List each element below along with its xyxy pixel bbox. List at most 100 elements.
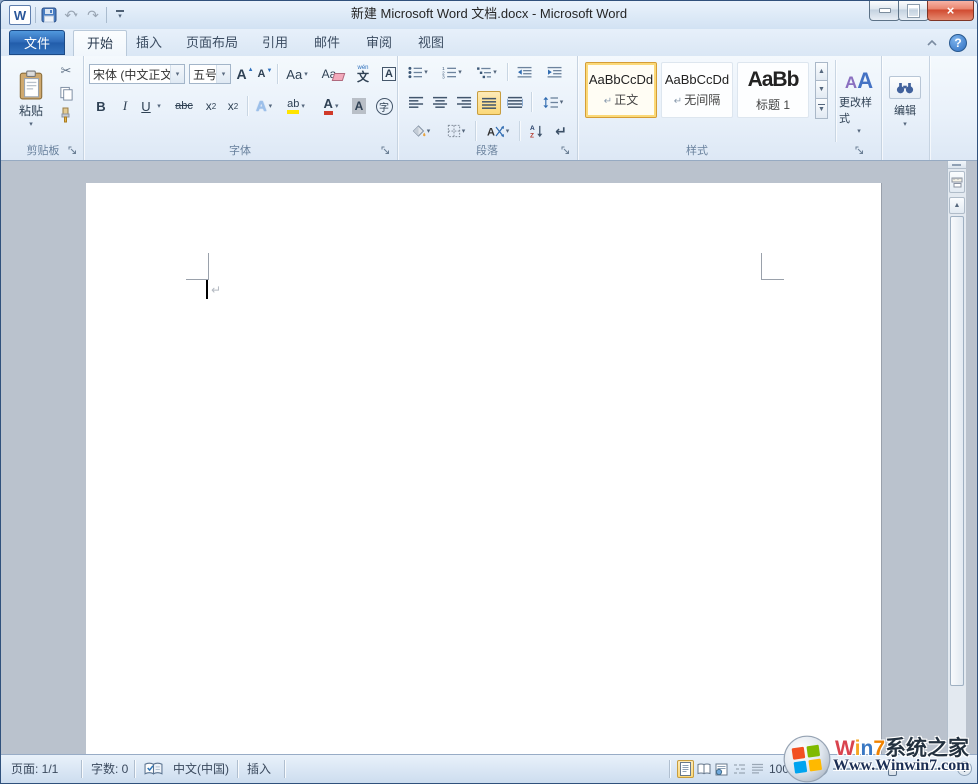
minimize-button[interactable] (869, 1, 900, 21)
font-dialog-launcher[interactable] (381, 146, 393, 158)
tab-references[interactable]: 引用 (249, 30, 301, 56)
character-border-icon: A (382, 67, 396, 81)
split-grip-icon (952, 164, 961, 166)
view-fullscreen-reading-button[interactable] (695, 760, 712, 778)
bullets-button[interactable]: ▾ (405, 63, 431, 81)
clear-formatting-button[interactable]: Aa (319, 64, 347, 84)
justify-button[interactable] (477, 91, 501, 115)
character-border-button[interactable]: A (379, 64, 399, 84)
sort-button[interactable]: AZ (525, 121, 547, 141)
format-painter-button[interactable] (55, 106, 77, 124)
borders-button[interactable]: ▾ (441, 121, 471, 141)
tab-insert[interactable]: 插入 (123, 30, 175, 56)
change-styles-icon: AA (845, 70, 873, 92)
help-button[interactable]: ? (949, 34, 967, 52)
shrink-font-button[interactable]: A▼ (255, 64, 275, 84)
italic-button[interactable]: I (115, 96, 135, 116)
asian-layout-button[interactable]: A ▾ (481, 121, 515, 141)
font-name-combobox[interactable]: 宋体 (中文正文 ▾ (89, 64, 185, 84)
cut-button[interactable]: ✂ (55, 62, 77, 80)
line-spacing-button[interactable]: ▾ (537, 92, 569, 112)
show-marks-button[interactable]: ↵ (551, 121, 571, 141)
text-effects-button[interactable]: A▾ (253, 96, 275, 116)
styles-scroll-column: ▲ ▼ ▼ (815, 62, 828, 119)
decrease-indent-button[interactable] (513, 63, 537, 81)
scroll-up-button[interactable]: ▲ (949, 197, 965, 214)
page-indicator[interactable]: 页面: 1/1 (11, 755, 58, 783)
vertical-scrollbar[interactable]: ▲ (947, 161, 966, 755)
style-card-no-spacing[interactable]: AaBbCcDd ↵无间隔 (661, 62, 733, 118)
zoom-slider-thumb[interactable] (888, 761, 897, 776)
paragraph-dialog-launcher[interactable] (561, 146, 573, 158)
style-card-heading1[interactable]: AaBb 标题 1 (737, 62, 809, 118)
enclose-characters-button[interactable]: 字 (373, 96, 395, 116)
styles-group-label-text: 样式 (686, 145, 708, 157)
underline-dropdown[interactable]: ▾ (154, 96, 164, 116)
underline-button[interactable]: U (137, 96, 155, 116)
collapse-ribbon-button[interactable] (923, 35, 941, 51)
styles-dialog-launcher[interactable] (855, 146, 867, 158)
language-indicator[interactable]: 中文(中国) (173, 755, 229, 783)
paste-button[interactable]: 粘贴 ▾ (9, 60, 53, 138)
line-spacing-dropdown-icon: ▾ (560, 99, 564, 106)
font-name-dropdown-icon[interactable]: ▾ (170, 65, 184, 83)
paragraph-group-label: 段落 (397, 144, 577, 159)
zoom-level[interactable]: 100% (769, 755, 800, 783)
font-color-button[interactable]: A▾ (317, 96, 345, 116)
tab-view[interactable]: 视图 (405, 30, 457, 56)
multilevel-list-button[interactable]: ▾ (473, 63, 501, 81)
tab-page-layout[interactable]: 页面布局 (173, 30, 251, 56)
change-styles-button[interactable]: AA 更改样式 ▾ (839, 61, 879, 143)
increase-indent-button[interactable] (543, 63, 567, 81)
grow-font-button[interactable]: A▲ (235, 64, 255, 84)
ruler-toggle-button[interactable] (949, 171, 965, 193)
find-icon-frame (889, 76, 921, 99)
view-web-layout-button[interactable] (713, 760, 730, 778)
ribbon: 粘贴 ▾ ✂ 剪贴板 宋体 (中文正文 ▾ 五号 ▾ (1, 56, 977, 161)
document-page[interactable]: ↵ (86, 183, 881, 755)
tab-mailings[interactable]: 邮件 (301, 30, 353, 56)
font-size-dropdown-icon[interactable]: ▾ (216, 65, 230, 83)
shading-button[interactable]: ▾ (405, 121, 435, 141)
highlight-button[interactable]: ab▾ (281, 96, 311, 116)
close-button[interactable]: × (927, 1, 974, 21)
align-left-button[interactable] (405, 92, 427, 112)
numbering-button[interactable]: 123 ▾ (439, 63, 465, 81)
editing-button[interactable]: 编辑 ▾ (885, 61, 925, 143)
zoom-in-button[interactable]: + (957, 761, 972, 776)
proofing-status[interactable] (144, 762, 163, 776)
phonetic-guide-button[interactable]: wén 文 (351, 62, 375, 86)
zoom-out-button[interactable]: − (813, 761, 828, 776)
split-handle[interactable] (948, 161, 966, 169)
styles-scroll-up-button[interactable]: ▲ (815, 62, 828, 81)
subscript-button[interactable]: x2 (201, 96, 221, 116)
change-styles-a1: A (845, 73, 857, 92)
character-shading-button[interactable]: A (349, 96, 369, 116)
maximize-button[interactable] (898, 1, 929, 21)
align-center-button[interactable] (429, 92, 451, 112)
distributed-button[interactable] (503, 92, 527, 112)
font-size-combobox[interactable]: 五号 ▾ (189, 64, 231, 84)
strikethrough-button[interactable]: abc (171, 96, 197, 116)
format-painter-icon (59, 107, 73, 123)
superscript-button[interactable]: x2 (223, 96, 243, 116)
file-tab[interactable]: 文件 (9, 30, 65, 55)
scrollbar-thumb[interactable] (950, 216, 964, 686)
eraser-icon (332, 73, 346, 81)
styles-scroll-down-button[interactable]: ▼ (815, 80, 828, 99)
styles-more-button[interactable]: ▼ (815, 98, 828, 119)
tab-review[interactable]: 审阅 (353, 30, 405, 56)
insert-mode-indicator[interactable]: 插入 (247, 755, 271, 783)
align-right-button[interactable] (453, 92, 475, 112)
bold-button[interactable]: B (91, 96, 111, 116)
view-print-layout-button[interactable] (677, 760, 694, 778)
view-outline-button[interactable] (731, 760, 748, 778)
change-case-button[interactable]: Aa▾ (281, 64, 313, 84)
tab-home[interactable]: 开始 (73, 30, 127, 57)
style-card-normal[interactable]: AaBbCcDd ↵正文 (585, 62, 657, 118)
clipboard-dialog-launcher[interactable] (68, 146, 80, 158)
copy-button[interactable] (55, 84, 77, 102)
view-draft-button[interactable] (749, 760, 766, 778)
line-spacing-icon (543, 96, 558, 109)
word-count[interactable]: 字数: 0 (91, 755, 128, 783)
